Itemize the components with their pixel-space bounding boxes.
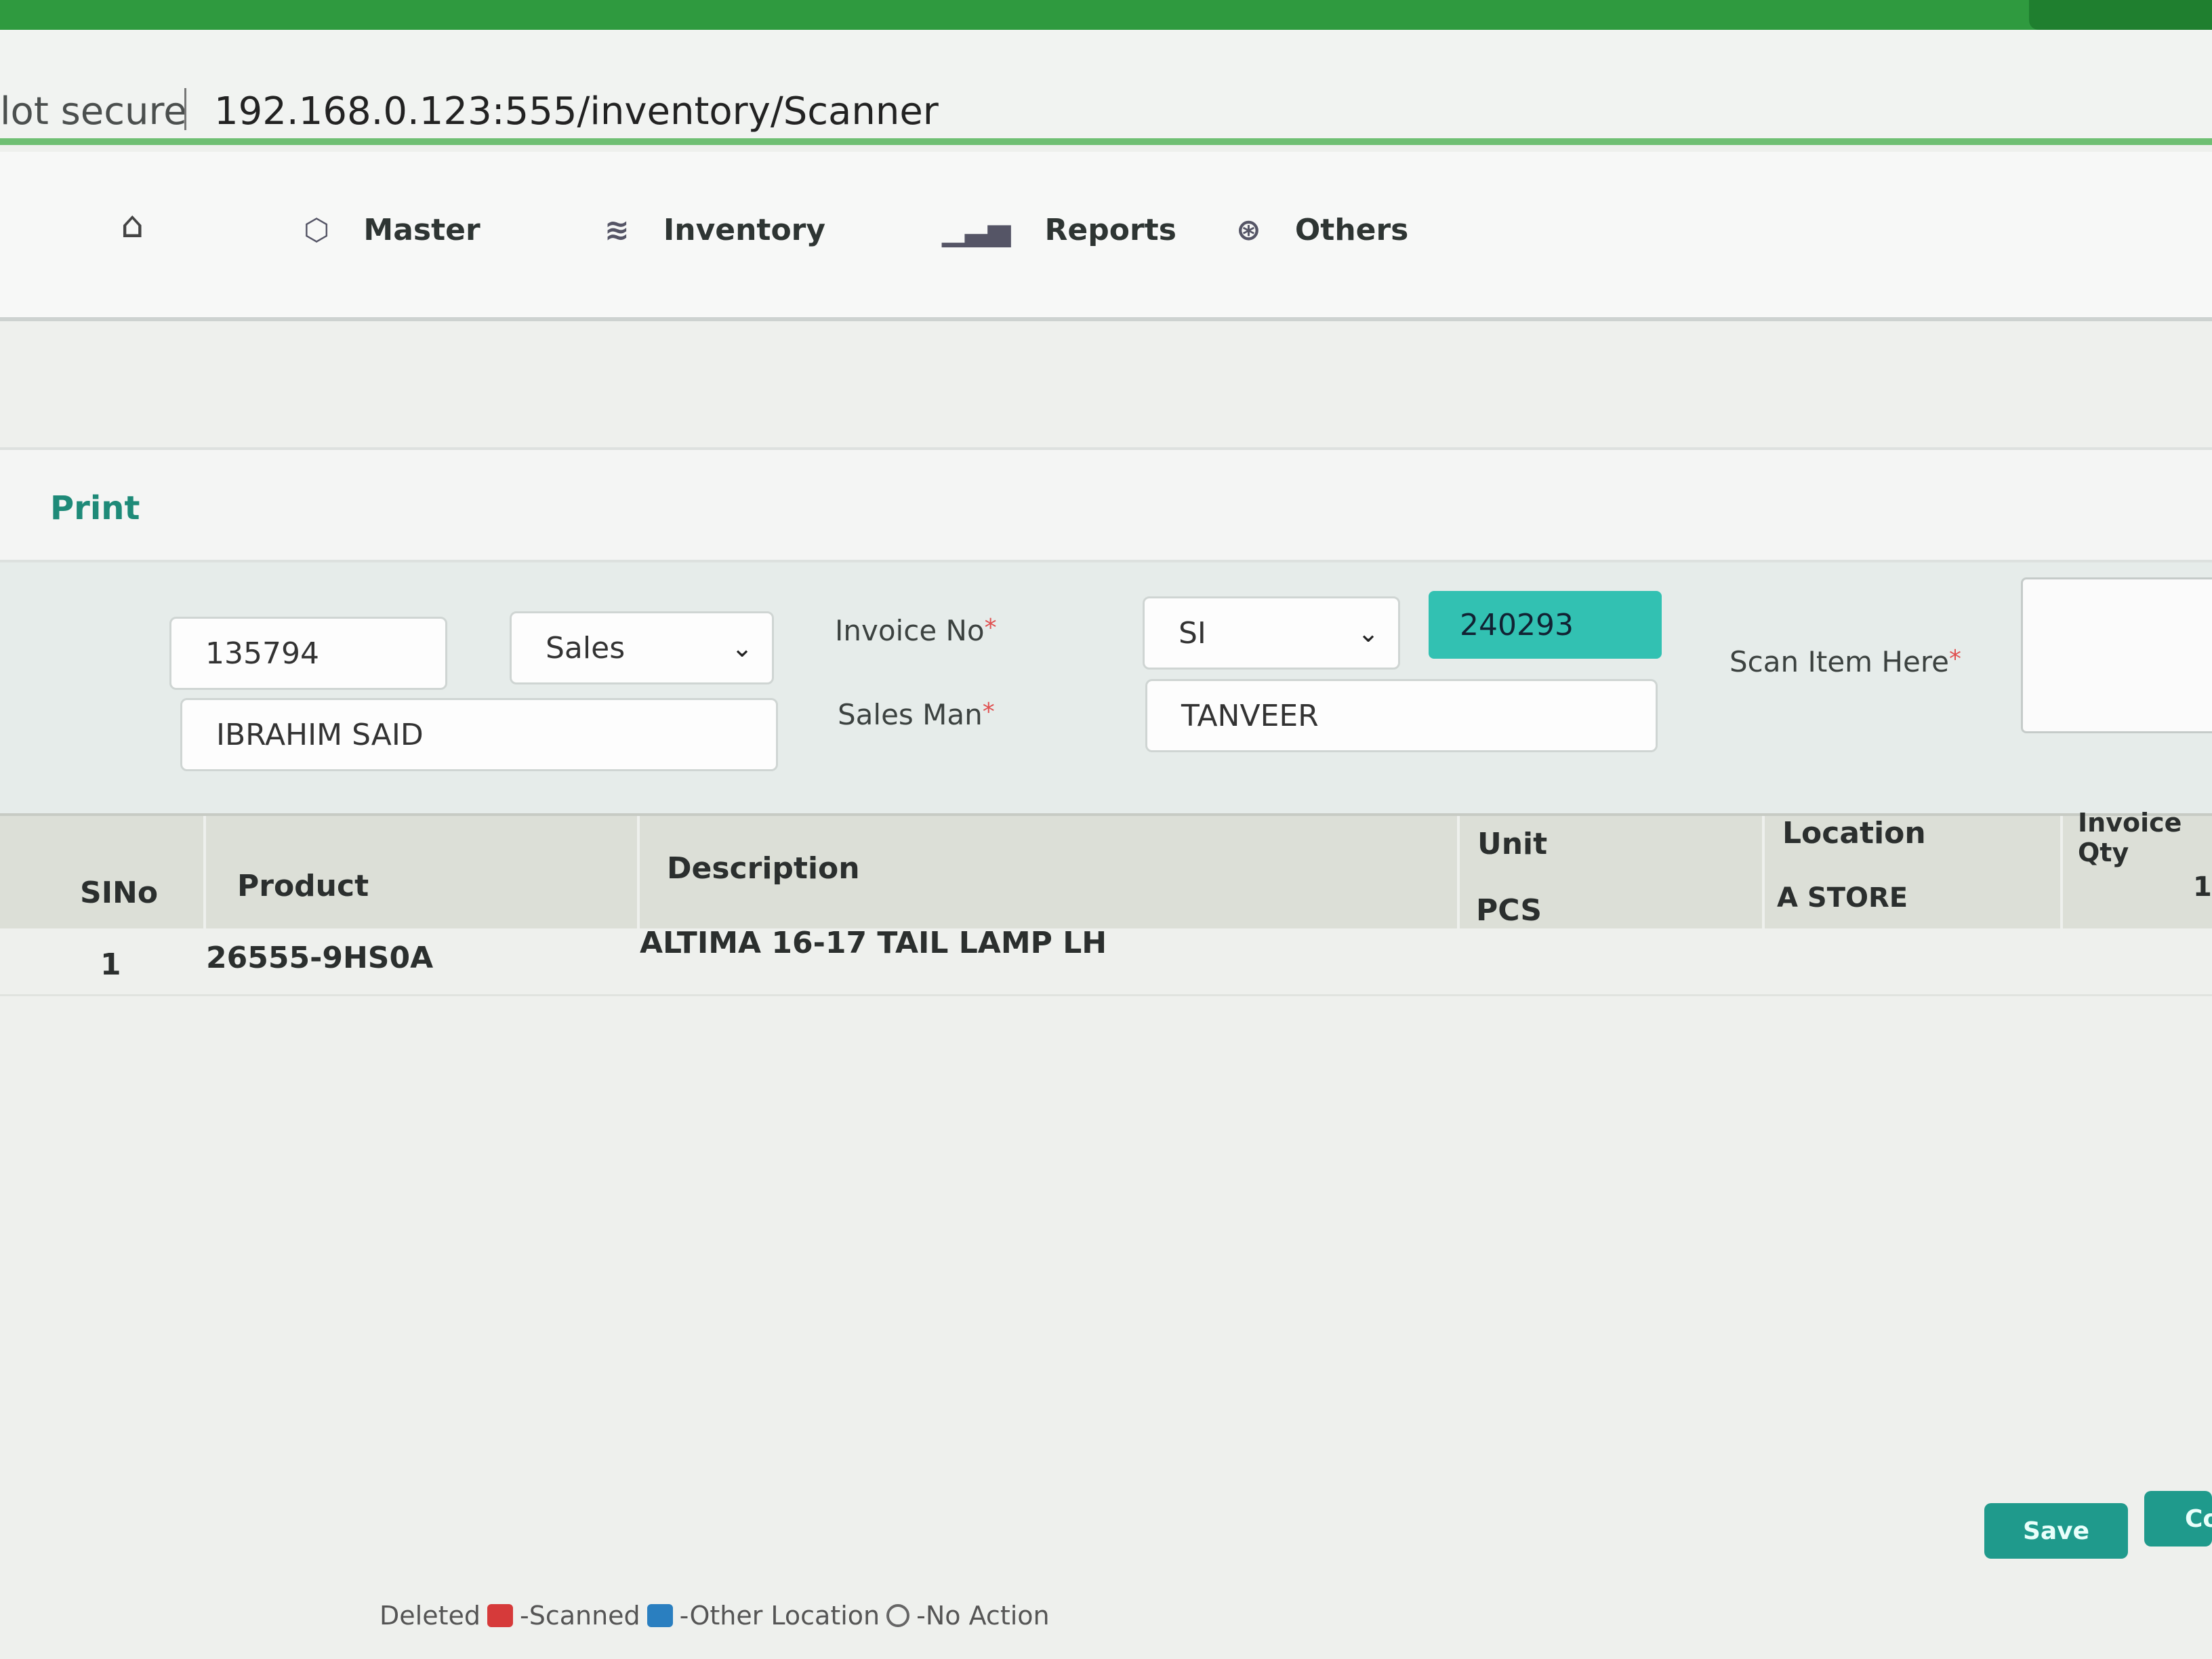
nav-item-label: Others [1294,213,1409,247]
salesman-field[interactable]: TANVEER [1145,679,1658,752]
print-link[interactable]: Print [50,489,140,527]
nav-item-master[interactable]: ⬡ Master [304,213,480,247]
legend-scanned: -Scanned [519,1601,640,1631]
customer-name-field[interactable]: IBRAHIM SAID [180,698,778,771]
nav-item-inventory[interactable]: ≋ Inventory [605,213,825,247]
status-legend: Deleted -Scanned -Other Location -No Act… [380,1601,1050,1631]
column-header-unit[interactable]: Unit [1477,827,1547,861]
secondary-button[interactable]: Co [2144,1491,2212,1547]
scan-item-label: Scan Item Here* [1729,645,1962,678]
browser-tab[interactable] [2029,0,2212,30]
column-divider [1762,816,1765,931]
customer-name-value: IBRAHIM SAID [216,717,424,752]
address-separator [184,88,186,130]
column-header-product[interactable]: Product [237,869,369,903]
customer-code-value: 135794 [205,636,319,671]
page-toolbar: Print [0,447,2212,562]
nav-item-label: Reports [1044,213,1176,247]
browser-tabstrip [0,0,2212,30]
nav-item-reports[interactable]: ▁▃▅ Reports [942,213,1176,247]
scan-item-input[interactable] [2021,577,2212,733]
url-text[interactable]: 192.168.0.123:555/inventory/Scanner [214,89,939,134]
type-select-value: Sales [546,630,626,665]
legend-no-action: -No Action [916,1601,1050,1631]
invoice-number-value: 240293 [1460,607,1574,642]
nav-item-label: Inventory [663,213,826,247]
cell-location: A STORE [1777,882,1908,914]
other-location-swatch [647,1604,673,1627]
address-bar[interactable]: lot secure 192.168.0.123:555/inventory/S… [0,30,2212,145]
invoice-no-label: Invoice No* [835,614,997,647]
customer-code-field[interactable]: 135794 [169,617,447,690]
cell-unit: PCS [1476,893,1542,928]
legend-deleted: Deleted [380,1601,480,1631]
invoice-prefix-select[interactable]: SI ⌄ [1143,596,1400,670]
sales-man-label: Sales Man* [838,698,995,731]
invoice-prefix-value: SI [1179,615,1206,651]
column-header-invoice-qty[interactable]: Invoice Qty [2078,808,2212,867]
layers-icon: ≋ [605,213,630,247]
invoice-number-field[interactable]: 240293 [1429,591,1662,659]
globe-icon: ⊛ [1236,213,1261,247]
secondary-button-label: Co [2185,1504,2212,1533]
save-button[interactable]: Save [1984,1503,2128,1559]
salesman-value: TANVEER [1181,698,1319,733]
column-divider [1457,816,1460,931]
chevron-down-icon: ⌄ [731,633,753,663]
home-icon[interactable]: ⌂ [121,203,144,246]
save-button-label: Save [2022,1517,2090,1545]
column-header-sino[interactable]: SINo [80,876,158,910]
column-header-location[interactable]: Location [1782,816,1926,851]
scanned-swatch [487,1604,513,1627]
no-action-circle-icon [886,1604,910,1627]
cell-description: ALTIMA 16-17 TAIL LAMP LH [640,926,1107,960]
top-navigation: ⌂ ⬡ Master ≋ Inventory ▁▃▅ Reports ⊛ Oth… [0,152,2212,321]
table-row[interactable]: 1 26555-9HS0A ALTIMA 16-17 TAIL LAMP LH … [0,872,2212,996]
cell-product: 26555-9HS0A [206,941,434,975]
column-header-description[interactable]: Description [667,851,860,886]
cell-sino: 1 [100,947,121,982]
column-divider [203,816,206,931]
cube-icon: ⬡ [304,213,330,247]
security-indicator[interactable]: lot secure [0,89,187,134]
bar-chart-icon: ▁▃▅ [942,213,1011,247]
column-divider [2060,816,2063,931]
nav-item-label: Master [363,213,480,247]
cell-invoice-qty: 1 [2193,872,2212,903]
column-divider [637,816,640,931]
invoice-form: 135794 Sales ⌄ IBRAHIM SAID Invoice No* … [0,562,2212,813]
legend-other-location: -Other Location [679,1601,880,1631]
type-select[interactable]: Sales ⌄ [510,611,774,684]
nav-item-others[interactable]: ⊛ Others [1236,213,1408,247]
chevron-down-icon: ⌄ [1357,618,1379,648]
